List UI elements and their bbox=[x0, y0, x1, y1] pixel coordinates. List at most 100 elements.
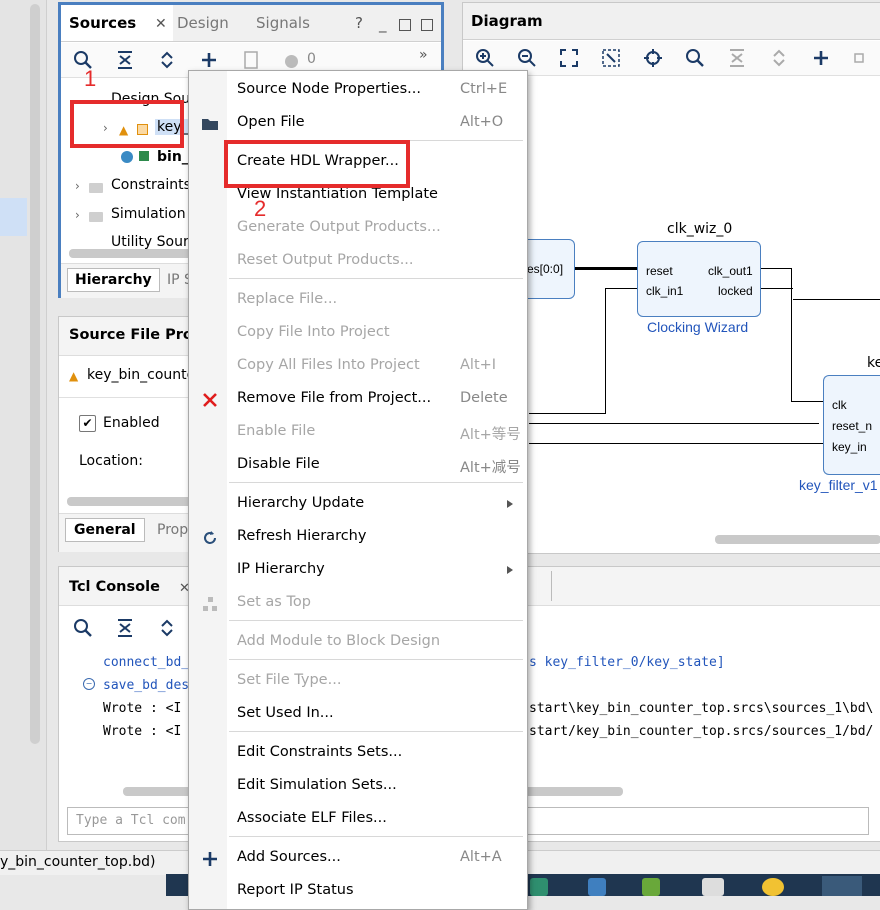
document-icon[interactable] bbox=[241, 50, 261, 70]
menu-item[interactable]: Generate Output Products... bbox=[189, 212, 527, 245]
console-line-left: save_bd_des bbox=[103, 678, 190, 693]
expand-all-icon[interactable] bbox=[769, 48, 789, 68]
location-label: Location: bbox=[79, 453, 143, 469]
maximize-icon[interactable] bbox=[399, 19, 411, 31]
console-line-left: Wrote : <I bbox=[103, 701, 182, 716]
tab-properties[interactable]: Prop bbox=[157, 522, 188, 538]
menu-item[interactable]: IP Hierarchy bbox=[189, 554, 527, 587]
menu-item-label: Set as Top bbox=[237, 594, 311, 610]
key-filter-block[interactable]: clk reset_n key_in bbox=[823, 375, 880, 475]
collapse-all-icon[interactable] bbox=[115, 618, 135, 638]
menu-item-shortcut: Alt+等号 bbox=[460, 427, 521, 443]
fit-icon[interactable] bbox=[559, 48, 579, 68]
float-icon[interactable] bbox=[421, 19, 433, 31]
console-line-right: start/key_bin_counter_top.srcs/sources_1… bbox=[529, 724, 874, 739]
menu-item[interactable]: Edit Simulation Sets... bbox=[189, 770, 527, 803]
taskbar-app-icon[interactable] bbox=[530, 878, 548, 896]
menu-item[interactable]: Open File Alt+O bbox=[189, 107, 527, 140]
console-line-right: start\key_bin_counter_top.srcs\sources_1… bbox=[529, 701, 874, 716]
collapse-icon[interactable]: − bbox=[83, 678, 95, 690]
menu-item-label: Remove File from Project... bbox=[237, 390, 432, 406]
tab-general[interactable]: General bbox=[65, 518, 145, 542]
tcl-tab-divider bbox=[551, 571, 552, 601]
menu-item[interactable]: Refresh Hierarchy bbox=[189, 521, 527, 554]
menu-item[interactable]: Source Node Properties... Ctrl+E bbox=[189, 74, 527, 107]
minimize-icon[interactable]: _ bbox=[379, 15, 387, 33]
chevron-right-icon[interactable]: › bbox=[75, 179, 80, 193]
menu-item[interactable]: Copy File Into Project bbox=[189, 317, 527, 350]
dock-selection-marker bbox=[0, 198, 27, 236]
tab-design[interactable]: Design bbox=[177, 5, 229, 41]
taskbar-app-icon[interactable] bbox=[822, 876, 862, 896]
menu-item[interactable]: Copy All Files Into Project Alt+I bbox=[189, 350, 527, 383]
enabled-checkbox[interactable]: ✔ bbox=[79, 415, 96, 432]
menu-item-label: Add Module to Block Design bbox=[237, 633, 441, 649]
plus-icon[interactable] bbox=[199, 50, 219, 70]
tab-signals[interactable]: Signals bbox=[256, 5, 310, 41]
dock-scrollbar[interactable] bbox=[30, 4, 40, 744]
remove-icon bbox=[201, 391, 219, 409]
menu-item[interactable]: Enable File Alt+等号 bbox=[189, 416, 527, 449]
enabled-label: Enabled bbox=[103, 415, 160, 431]
menu-item-shortcut: Alt+I bbox=[460, 357, 497, 373]
menu-item[interactable]: Remove File from Project... Delete bbox=[189, 383, 527, 416]
menu-item-shortcut: Alt+A bbox=[460, 849, 502, 865]
diagram-hscrollbar[interactable] bbox=[715, 535, 880, 544]
overflow-icon[interactable]: » bbox=[419, 47, 428, 63]
pin-label: locked bbox=[718, 284, 753, 298]
pin-label: clk_out1 bbox=[708, 264, 753, 278]
taskbar-app-icon[interactable] bbox=[588, 878, 606, 896]
chevron-right-icon[interactable]: › bbox=[75, 208, 80, 222]
taskbar-app-icon[interactable] bbox=[762, 878, 784, 896]
zoom-out-icon[interactable] bbox=[517, 48, 537, 68]
menu-item[interactable]: Set Used In... bbox=[189, 698, 527, 731]
menu-item[interactable]: Replace File... bbox=[189, 284, 527, 317]
connect-icon[interactable] bbox=[853, 48, 873, 68]
key-filter-caption: key_filter_v1 bbox=[799, 477, 878, 493]
menu-item[interactable]: Edit Constraints Sets... bbox=[189, 737, 527, 770]
props-hscrollbar[interactable] bbox=[67, 497, 197, 506]
menu-item-label: Open File bbox=[237, 114, 305, 130]
collapse-all-icon[interactable] bbox=[115, 50, 135, 70]
tree-item-simulation[interactable]: Simulation S bbox=[111, 206, 199, 222]
collapse-all-icon[interactable] bbox=[727, 48, 747, 68]
menu-item[interactable]: Report IP Status bbox=[189, 875, 527, 908]
left-block[interactable]: es[0:0] bbox=[525, 239, 575, 299]
expand-all-icon[interactable] bbox=[157, 50, 177, 70]
tree-item-utility[interactable]: Utility Sourc bbox=[111, 234, 196, 249]
menu-item[interactable]: Add Module to Block Design bbox=[189, 626, 527, 659]
menu-item[interactable]: Set File Type... bbox=[189, 665, 527, 698]
menu-item-label: Disable File bbox=[237, 456, 320, 472]
menu-item-label: Source Node Properties... bbox=[237, 81, 421, 97]
plus-icon[interactable] bbox=[811, 48, 831, 68]
menu-item[interactable]: Disable File Alt+减号 bbox=[189, 449, 527, 482]
menu-item-label: Set File Type... bbox=[237, 672, 342, 688]
sources-hscrollbar[interactable] bbox=[69, 249, 199, 258]
taskbar-app-icon[interactable] bbox=[702, 878, 724, 896]
menu-item[interactable]: Reset Output Products... bbox=[189, 245, 527, 278]
menu-item[interactable]: Add Sources... Alt+A bbox=[189, 842, 527, 875]
zoom-in-icon[interactable] bbox=[475, 48, 495, 68]
menu-separator bbox=[229, 731, 523, 732]
crosshair-icon[interactable] bbox=[643, 48, 663, 68]
expand-all-icon[interactable] bbox=[157, 618, 177, 638]
zoom-area-icon[interactable] bbox=[601, 48, 621, 68]
taskbar-app-icon[interactable] bbox=[642, 878, 660, 896]
menu-separator bbox=[229, 620, 523, 621]
search-icon[interactable] bbox=[685, 48, 705, 68]
pin-label: es[0:0] bbox=[527, 262, 564, 276]
close-icon[interactable]: ✕ bbox=[155, 16, 167, 32]
help-icon[interactable]: ? bbox=[355, 14, 363, 32]
menu-item[interactable]: Hierarchy Update bbox=[189, 488, 527, 521]
menu-item[interactable]: Associate ELF Files... bbox=[189, 803, 527, 836]
menu-item[interactable]: Set as Top bbox=[189, 587, 527, 620]
tab-hierarchy[interactable]: Hierarchy bbox=[67, 268, 160, 292]
search-icon[interactable] bbox=[73, 618, 93, 638]
diagram-tabbar: Diagram bbox=[463, 3, 880, 40]
tree-item-constraints[interactable]: Constraints bbox=[111, 177, 191, 193]
menu-item-shortcut: Delete bbox=[460, 390, 508, 406]
clk-wiz-block[interactable]: reset clk_in1 clk_out1 locked bbox=[637, 241, 761, 317]
menu-item-label: Enable File bbox=[237, 423, 316, 439]
menu-item-shortcut: Alt+减号 bbox=[460, 460, 521, 476]
wire bbox=[575, 267, 637, 270]
